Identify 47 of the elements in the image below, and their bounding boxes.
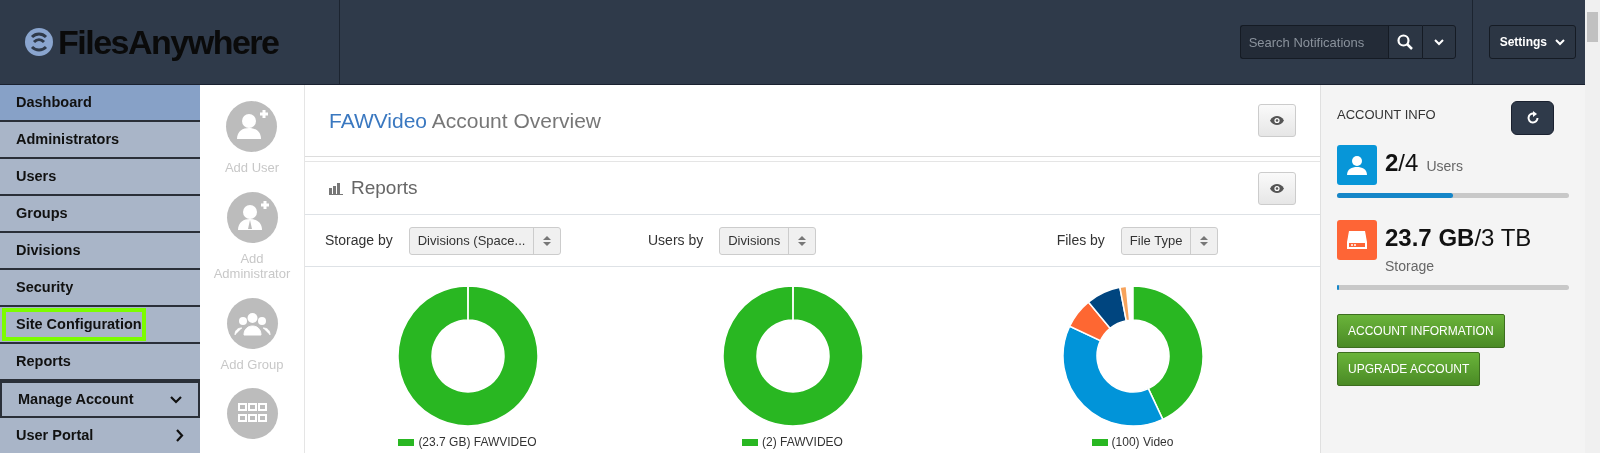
sidebar-item[interactable]: Site Configuration	[0, 307, 200, 344]
search-button[interactable]	[1387, 25, 1422, 59]
page-title: FAWVideo Account Overview	[329, 107, 601, 134]
dropdown-button[interactable]	[1421, 25, 1456, 59]
filter-label: Users by	[648, 231, 704, 250]
bar-chart-icon	[329, 181, 343, 195]
section-title: Reports	[351, 175, 418, 200]
caret-icon	[1555, 38, 1565, 46]
stat-label: Storage	[1385, 257, 1436, 276]
panel-title: ACCOUNT INFO	[1337, 106, 1436, 124]
visibility-button[interactable]	[1258, 171, 1296, 205]
scrollbar-thumb[interactable]	[1587, 12, 1598, 42]
filter-label: Files by	[1056, 231, 1105, 250]
select-field[interactable]: File Type	[1120, 226, 1219, 255]
sidebar-item[interactable]: Manage Account	[0, 381, 200, 418]
stat-label: Users	[1426, 157, 1463, 176]
select-field[interactable]: Divisions (Space...	[408, 226, 562, 255]
legend-swatch	[742, 438, 759, 446]
caret-icon	[1433, 38, 1444, 46]
legend-label: (2) FAWVIDEO	[762, 434, 843, 451]
search-icon	[1397, 34, 1414, 50]
stat-value: 2/4	[1385, 148, 1419, 178]
legend-swatch	[398, 438, 415, 446]
sort-arrows-icon	[543, 234, 552, 247]
legend-label: (23.7 GB) FAWVIDEO	[418, 434, 537, 451]
refresh-button[interactable]	[1511, 101, 1554, 135]
globe-logo-icon	[24, 27, 54, 57]
sort-arrows-icon	[798, 234, 807, 247]
eye-icon	[1269, 115, 1285, 126]
chevron-down-icon	[170, 395, 182, 404]
sidebar-item[interactable]: Dashboard	[0, 85, 200, 122]
chevron-right-icon	[176, 429, 184, 442]
visibility-button[interactable]	[1258, 104, 1296, 137]
search-field[interactable]: Search Notifications	[1239, 25, 1388, 59]
legend-label: (100) Video	[1111, 434, 1174, 451]
select-field[interactable]: Divisions	[719, 226, 817, 255]
legend-swatch	[1091, 438, 1108, 446]
highlight-frame: Site Configuration	[2, 307, 146, 342]
logo-text: FilesAnywhere	[58, 21, 279, 63]
refresh-icon	[1525, 111, 1540, 125]
stat-value: 23.7 GB/3 TB	[1385, 223, 1532, 253]
sort-arrows-icon	[1200, 234, 1209, 247]
settings-button[interactable]: Settings	[1488, 25, 1576, 59]
filter-label: Storage by	[325, 231, 393, 250]
user-icon	[1337, 145, 1377, 185]
hard-drive-icon	[1337, 220, 1377, 260]
eye-icon	[1269, 182, 1285, 194]
